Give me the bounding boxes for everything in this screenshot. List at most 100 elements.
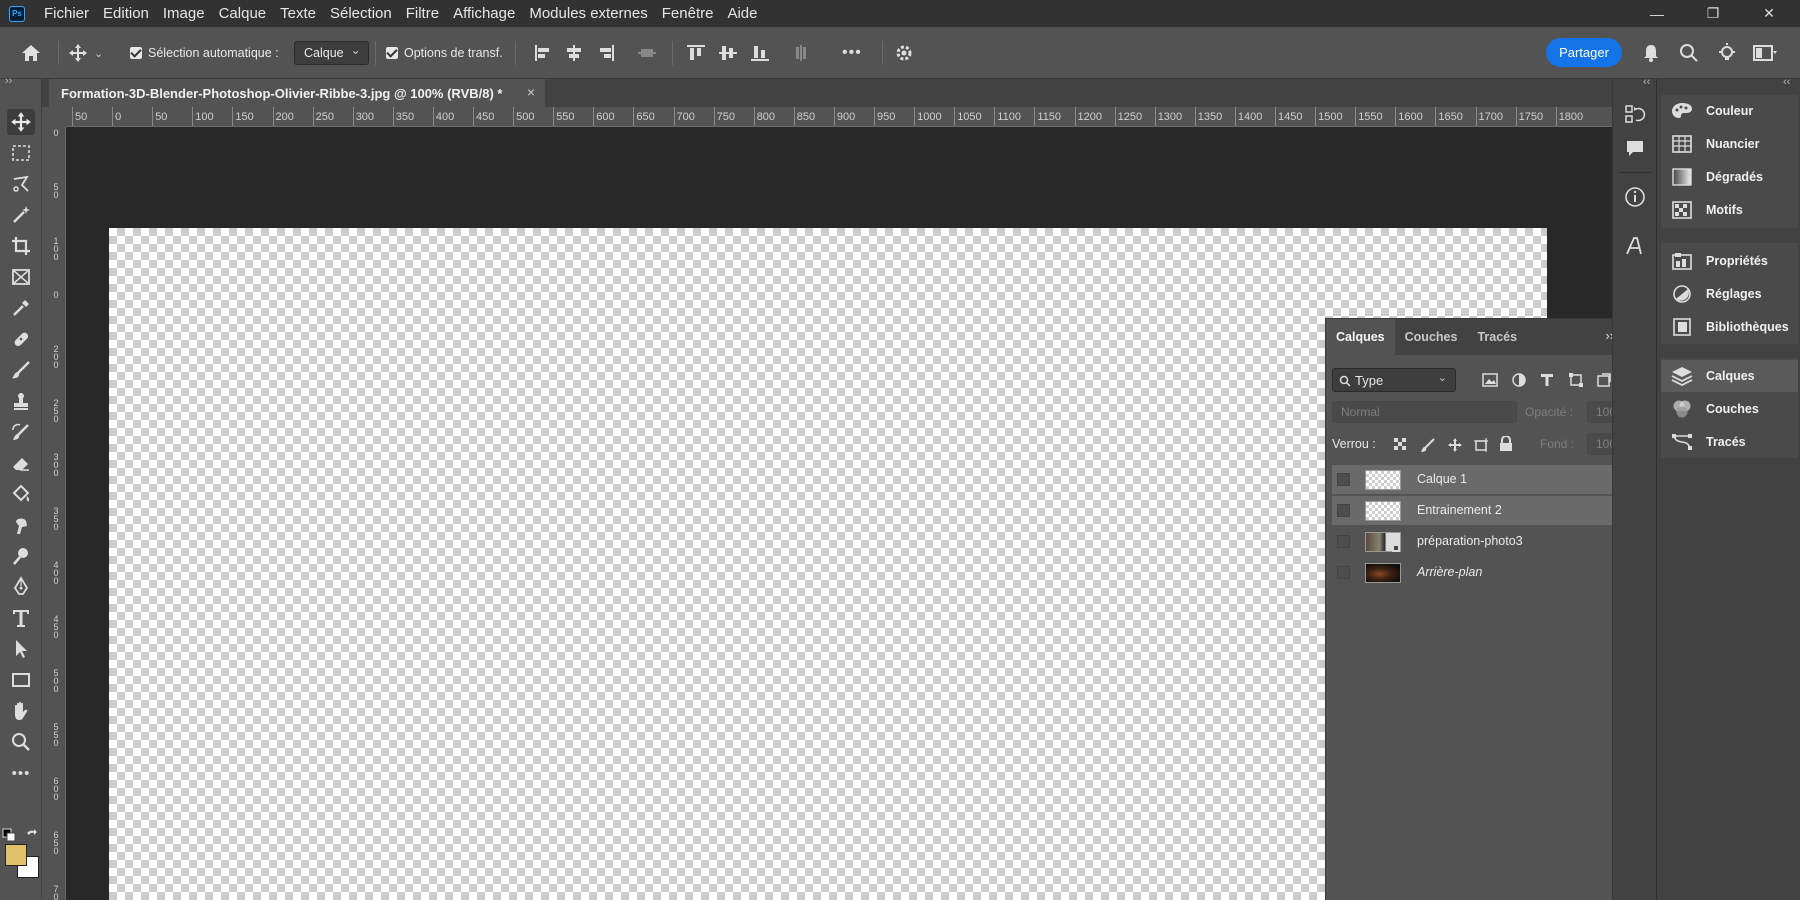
dock-degrades[interactable]: Dégradés [1661, 161, 1798, 193]
comments-panel-button[interactable] [1622, 135, 1648, 161]
align-right-icon[interactable] [596, 44, 616, 62]
dock-couches[interactable]: Couches [1661, 393, 1798, 425]
search-icon[interactable] [1678, 42, 1700, 64]
dock-proprietes[interactable]: Propriétés [1661, 245, 1798, 277]
type-tool[interactable] [7, 605, 35, 631]
menu-filtre[interactable]: Filtre [399, 0, 446, 27]
dodge-tool[interactable] [7, 543, 35, 569]
menu-texte[interactable]: Texte [273, 0, 323, 27]
tab-traces[interactable]: Tracés [1467, 319, 1527, 355]
settings-button[interactable] [894, 27, 914, 79]
layer-visibility-toggle[interactable] [1337, 566, 1350, 579]
menu-selection[interactable]: Sélection [323, 0, 399, 27]
minimize-button[interactable]: — [1632, 0, 1682, 27]
menu-image[interactable]: Image [156, 0, 212, 27]
menu-fichier[interactable]: Fichier [37, 0, 96, 27]
menu-modules-externes[interactable]: Modules externes [522, 0, 654, 27]
layer-visibility-toggle[interactable] [1337, 504, 1350, 517]
info-panel-button[interactable] [1622, 184, 1648, 210]
frame-tool[interactable] [7, 264, 35, 290]
pen-tool[interactable] [7, 574, 35, 600]
align-top-icon[interactable] [686, 44, 706, 62]
lock-transparent-pixels-icon[interactable] [1394, 438, 1408, 452]
auto-select-target-select[interactable]: Calque [294, 41, 369, 65]
dock-reglages[interactable]: Réglages [1661, 278, 1798, 310]
character-panel-button[interactable] [1622, 233, 1648, 259]
brush-tool[interactable] [7, 357, 35, 383]
rectangle-tool[interactable] [7, 667, 35, 693]
paint-bucket-tool[interactable] [7, 481, 35, 507]
collapse-arrows-icon[interactable]: ›› [5, 75, 12, 87]
foreground-color-swatch[interactable] [5, 844, 27, 866]
restore-button[interactable]: ❐ [1688, 0, 1738, 27]
move-tool-preset-button[interactable]: ⌄ [68, 27, 103, 79]
swap-colors-icon[interactable] [24, 828, 38, 842]
eraser-tool[interactable] [7, 450, 35, 476]
menu-affichage[interactable]: Affichage [446, 0, 522, 27]
vertical-ruler[interactable]: 0 50 100 0 200 250 300 350 400 450 500 550 600 650 700 [46, 127, 66, 900]
lock-all-icon[interactable] [1499, 436, 1513, 452]
align-left-icon[interactable] [533, 44, 553, 62]
tab-couches[interactable]: Couches [1395, 319, 1468, 355]
lasso-tool[interactable] [7, 171, 35, 197]
layer-row-entrainement-2[interactable]: Entrainement 2 [1332, 496, 1642, 525]
align-bottom-icon[interactable] [750, 44, 770, 62]
align-center-h-icon[interactable] [564, 44, 584, 62]
expand-arrows-icon[interactable]: ‹‹ [1643, 76, 1650, 88]
bell-icon[interactable] [1640, 42, 1662, 64]
dock-calques[interactable]: Calques [1661, 360, 1798, 392]
clone-stamp-tool[interactable] [7, 388, 35, 414]
filter-adjustment-icon[interactable] [1511, 372, 1527, 388]
edit-toolbar-button[interactable]: ••• [7, 760, 35, 786]
filter-pixel-icon[interactable] [1482, 372, 1498, 388]
dock-motifs[interactable]: Motifs [1661, 194, 1798, 226]
collapse-dock-icon[interactable]: ‹‹ [1783, 76, 1790, 88]
lock-artboard-icon[interactable] [1473, 437, 1489, 453]
filter-type-icon[interactable] [1539, 372, 1555, 388]
layer-row-calque-1[interactable]: Calque 1 [1332, 465, 1642, 494]
auto-select-checkbox[interactable]: Sélection automatique : [130, 27, 279, 79]
dock-couleur[interactable]: Couleur [1661, 95, 1798, 127]
workspace-icon[interactable] [1752, 42, 1778, 64]
align-middle-icon[interactable] [718, 44, 738, 62]
layer-filter-select[interactable]: Type ⌄ [1332, 368, 1456, 392]
dock-traces[interactable]: Tracés [1661, 426, 1798, 458]
layer-row-preparation-photo3[interactable]: préparation-photo3 [1332, 527, 1642, 556]
tab-calques[interactable]: Calques [1326, 319, 1395, 355]
marquee-tool[interactable] [7, 140, 35, 166]
lock-position-icon[interactable] [1447, 437, 1463, 453]
crop-tool[interactable] [7, 233, 35, 259]
lock-image-pixels-icon[interactable] [1420, 437, 1436, 453]
move-tool[interactable] [7, 109, 35, 135]
share-button[interactable]: Partager [1546, 38, 1622, 67]
menu-calque[interactable]: Calque [212, 0, 274, 27]
hand-tool[interactable] [7, 698, 35, 724]
menu-edition[interactable]: Edition [96, 0, 156, 27]
menu-fenetre[interactable]: Fenêtre [655, 0, 721, 27]
home-button[interactable] [20, 27, 42, 79]
close-document-icon[interactable]: × [527, 84, 535, 100]
distribute-horizontal-icon[interactable] [791, 44, 811, 62]
close-window-button[interactable]: ✕ [1744, 0, 1794, 27]
eyedropper-tool[interactable] [7, 295, 35, 321]
history-panel-button[interactable] [1622, 101, 1648, 127]
layer-visibility-toggle[interactable] [1337, 473, 1350, 486]
path-selection-tool[interactable] [7, 636, 35, 662]
discover-lightbulb-icon[interactable] [1716, 42, 1738, 64]
healing-brush-tool[interactable] [7, 326, 35, 352]
zoom-tool[interactable] [7, 729, 35, 755]
dock-nuancier[interactable]: Nuancier [1661, 128, 1798, 160]
default-colors-icon[interactable] [2, 828, 16, 842]
filter-smart-object-icon[interactable] [1596, 372, 1612, 388]
transform-options-checkbox[interactable]: Options de transf. [386, 27, 503, 79]
layer-row-arriere-plan[interactable]: Arrière-plan [1332, 558, 1642, 587]
filter-shape-icon[interactable] [1568, 372, 1584, 388]
distribute-vertical-icon[interactable] [637, 44, 657, 62]
dock-bibliotheques[interactable]: Bibliothèques [1661, 311, 1798, 343]
blend-mode-select[interactable]: Normal [1332, 401, 1517, 423]
history-brush-tool[interactable] [7, 419, 35, 445]
quick-selection-tool[interactable] [7, 202, 35, 228]
layer-visibility-toggle[interactable] [1337, 535, 1350, 548]
more-options-button[interactable]: ••• [842, 44, 862, 62]
menu-aide[interactable]: Aide [720, 0, 764, 27]
